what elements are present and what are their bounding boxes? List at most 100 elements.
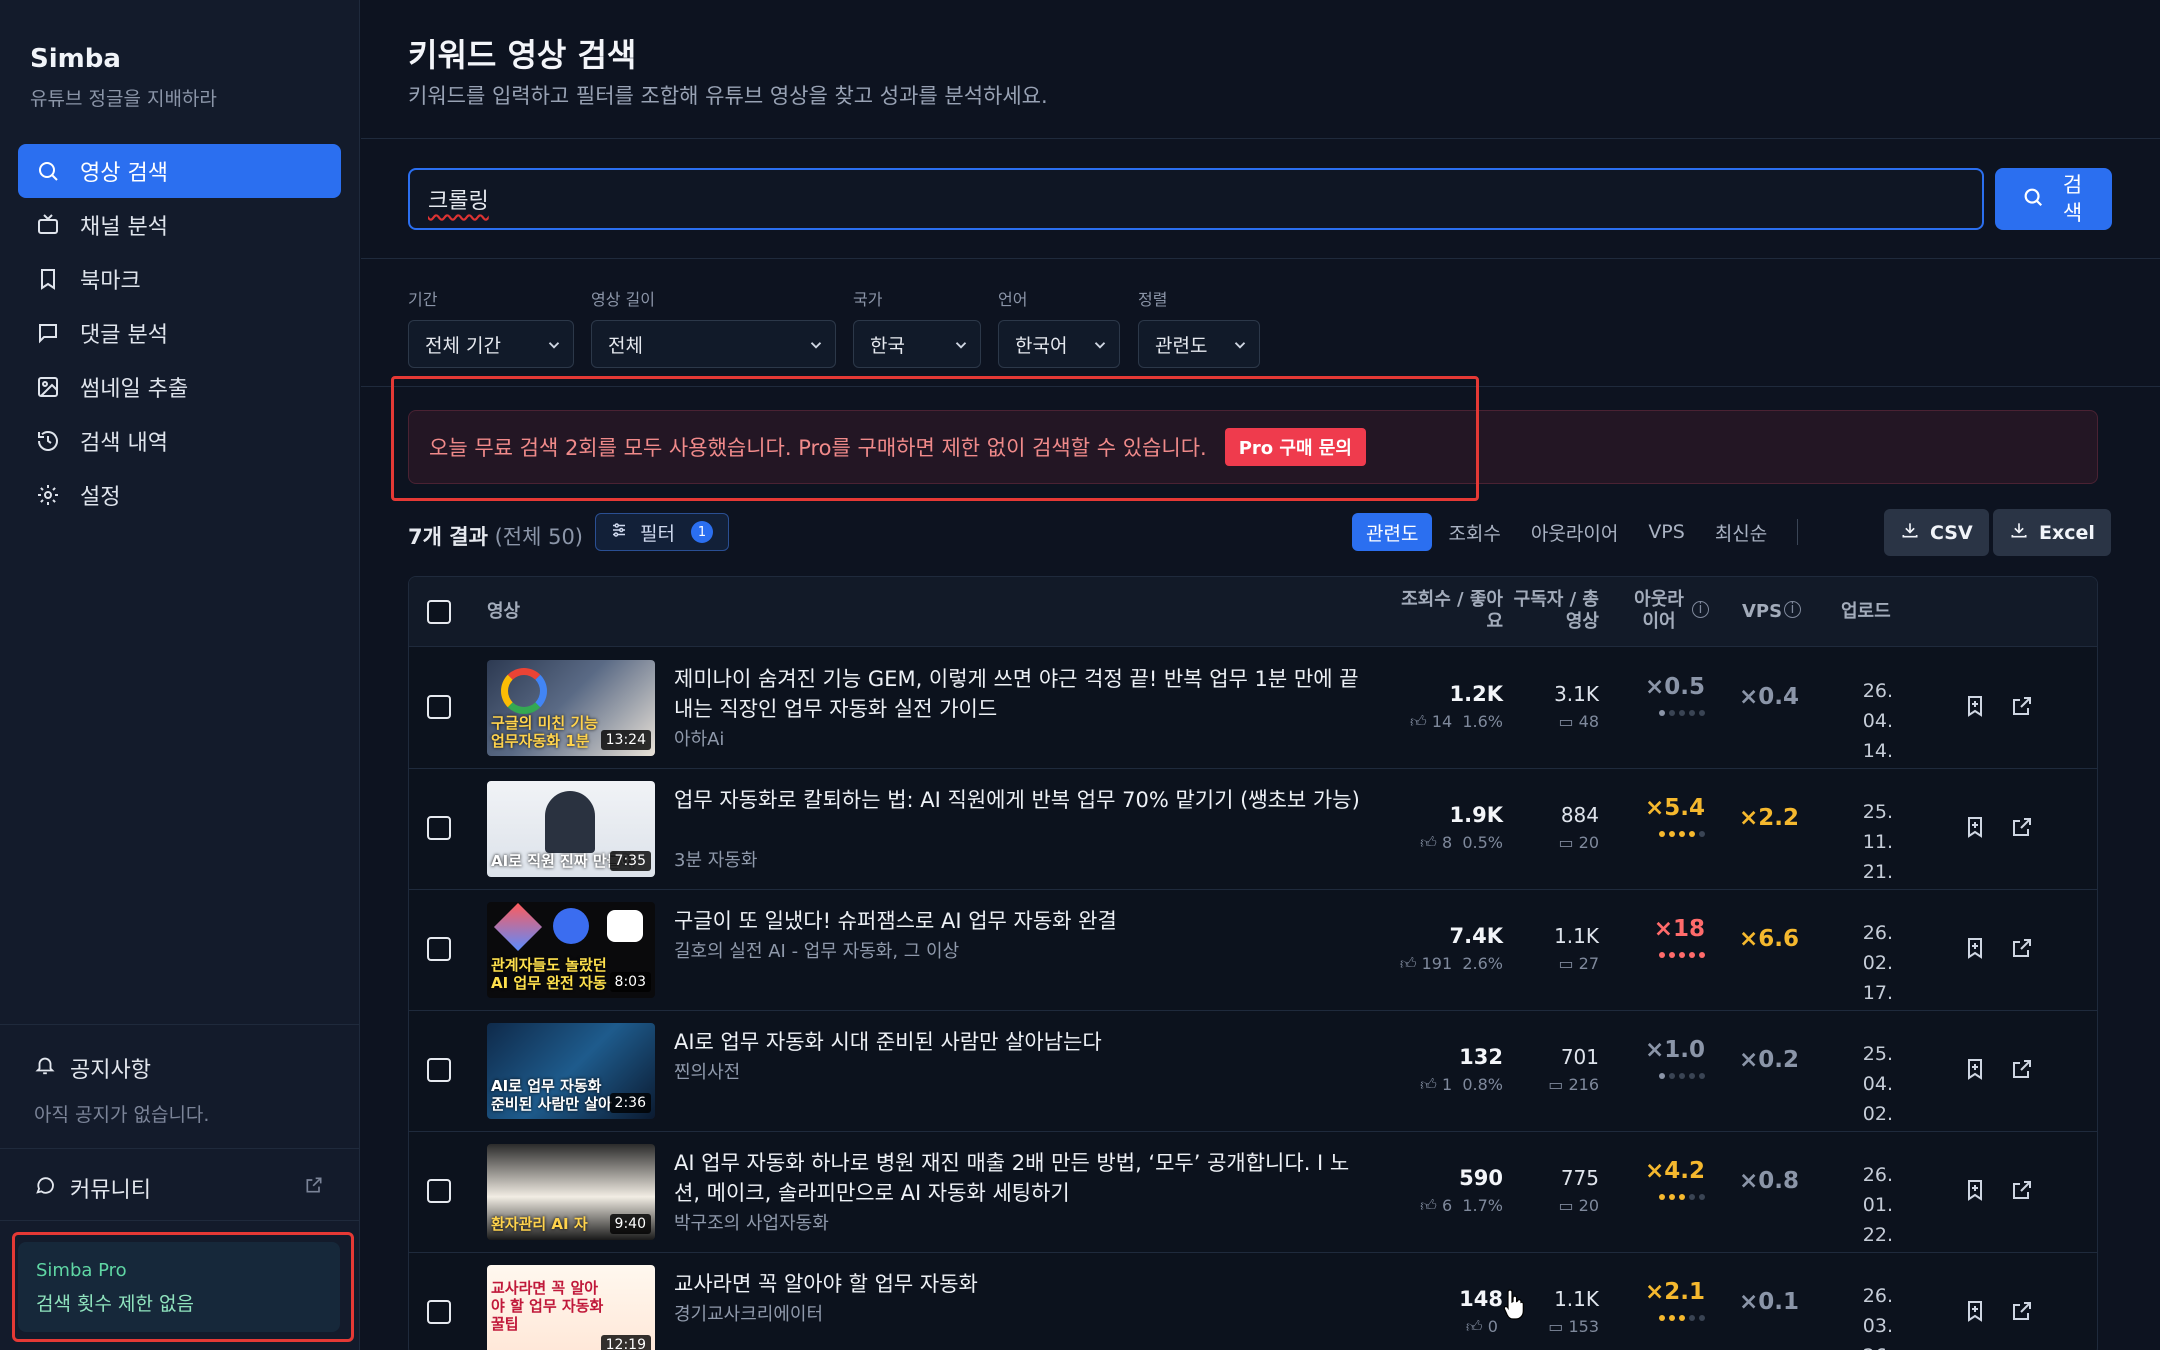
level-dot bbox=[1679, 1073, 1685, 1079]
sidebar-item-video-search[interactable]: 영상 검색 bbox=[18, 144, 341, 198]
date-line: 17. bbox=[1862, 982, 1893, 1004]
image-icon bbox=[36, 375, 60, 399]
sidebar-item-bookmark[interactable]: 북마크 bbox=[18, 252, 341, 306]
column-outlier[interactable]: 아웃라 이어 bbox=[1629, 589, 1689, 633]
video-count: ▭ 20 bbox=[1558, 833, 1599, 852]
level-dot bbox=[1689, 952, 1695, 958]
video-thumbnail[interactable]: 환자관리 AI 자 9:40 bbox=[487, 1144, 655, 1240]
row-checkbox[interactable] bbox=[427, 1058, 451, 1082]
search-button[interactable]: 검색 bbox=[1995, 168, 2112, 230]
external-link-icon[interactable] bbox=[2010, 694, 2034, 718]
sort-tab-outlier[interactable]: 아웃라이어 bbox=[1517, 513, 1632, 551]
video-thumbnail[interactable]: AI로 업무 자동화 준비된 사람만 살아 2:36 bbox=[487, 1023, 655, 1119]
row-checkbox[interactable] bbox=[427, 816, 451, 840]
video-count-value: 20 bbox=[1578, 1196, 1599, 1215]
video-thumbnail[interactable]: 교사라면 꼭 알아야 할 업무 자동화 꿀팁 12:19 bbox=[487, 1265, 655, 1350]
sort-tab-views[interactable]: 조회수 bbox=[1434, 513, 1514, 551]
like-stats: 👍︎ 191 2.6% bbox=[1399, 954, 1503, 973]
video-title[interactable]: 교사라면 꼭 알아야 할 업무 자동화 bbox=[674, 1269, 1364, 1299]
level-dot bbox=[1679, 952, 1685, 958]
channel-name[interactable]: 아하Ai bbox=[674, 725, 724, 751]
video-title[interactable]: AI로 업무 자동화 시대 준비된 사람만 살아남는다 bbox=[674, 1027, 1364, 1057]
sort-tab-relevance[interactable]: 관련도 bbox=[1352, 513, 1433, 551]
sidebar-item-settings[interactable]: 설정 bbox=[18, 468, 341, 522]
sidebar-nav: 영상 검색 채널 분석 북마크 댓글 분석 썸네일 추출 검색 내역 설정 bbox=[18, 144, 341, 522]
upload-date: 26. 02. 17. bbox=[1829, 918, 1893, 1008]
video-title[interactable]: 구글이 또 일냈다! 슈퍼잼스로 AI 업무 자동화 완결 bbox=[674, 906, 1364, 936]
notice-heading[interactable]: 공지사항 bbox=[34, 1052, 151, 1084]
select-all-checkbox[interactable] bbox=[427, 600, 451, 624]
column-views-likes[interactable]: 조회수 / 좋아 요 bbox=[1369, 589, 1503, 633]
row-checkbox[interactable] bbox=[427, 1300, 451, 1324]
country-select[interactable]: 한국 bbox=[853, 320, 981, 368]
video-thumbnail[interactable]: 관계자들도 놀랐던 AI 업무 완전 자동 8:03 bbox=[487, 902, 655, 998]
external-link-icon[interactable] bbox=[2010, 1178, 2034, 1202]
sidebar-item-comment-analysis[interactable]: 댓글 분석 bbox=[18, 306, 341, 360]
table-row[interactable]: AI로 직원 진짜 만들어 7:35 업무 자동화로 칼퇴하는 법: AI 직원… bbox=[409, 769, 2097, 890]
video-title[interactable]: AI 업무 자동화 하나로 병원 재진 매출 2배 만든 방법, ‘모두’ 공개… bbox=[674, 1148, 1364, 1208]
sort-tab-vps[interactable]: VPS bbox=[1634, 513, 1699, 551]
video-count-value: 20 bbox=[1578, 833, 1599, 852]
outlier-score: ×1.0 bbox=[1644, 1037, 1705, 1063]
sidebar-item-search-history[interactable]: 검색 내역 bbox=[18, 414, 341, 468]
history-icon bbox=[36, 429, 60, 453]
language-select[interactable]: 한국어 bbox=[998, 320, 1120, 368]
row-checkbox[interactable] bbox=[427, 1179, 451, 1203]
column-upload[interactable]: 업로드 bbox=[1841, 601, 1891, 623]
excel-export-button[interactable]: Excel bbox=[1993, 509, 2111, 556]
period-select[interactable]: 전체 기간 bbox=[408, 320, 574, 368]
table-row[interactable]: AI로 업무 자동화 준비된 사람만 살아 2:36 AI로 업무 자동화 시대… bbox=[409, 1011, 2097, 1132]
level-dot bbox=[1689, 710, 1695, 716]
channel-name[interactable]: 길호의 실전 AI - 업무 자동화, 그 이상 bbox=[674, 937, 959, 963]
like-stats: 👍︎ 1 0.8% bbox=[1420, 1075, 1503, 1094]
channel-name[interactable]: 박구조의 사업자동화 bbox=[674, 1209, 829, 1235]
table-row[interactable]: 환자관리 AI 자 9:40 AI 업무 자동화 하나로 병원 재진 매출 2배… bbox=[409, 1132, 2097, 1253]
vps-score: ×0.4 bbox=[1738, 684, 1799, 710]
bookmark-add-icon[interactable] bbox=[1963, 815, 1987, 839]
outlier-level bbox=[1659, 952, 1705, 958]
upload-date: 25. 11. 21. bbox=[1829, 797, 1893, 887]
external-link-icon[interactable] bbox=[2010, 815, 2034, 839]
filter-chip[interactable]: 필터 1 bbox=[595, 513, 729, 551]
external-link-icon[interactable] bbox=[2010, 1299, 2034, 1323]
video-title[interactable]: 제미나이 숨겨진 기능 GEM, 이렇게 쓰면 야근 걱정 끝! 반복 업무 1… bbox=[674, 664, 1364, 724]
table-row[interactable]: 교사라면 꼭 알아야 할 업무 자동화 꿀팁 12:19 교사라면 꼭 알아야 … bbox=[409, 1253, 2097, 1350]
person-image bbox=[545, 791, 595, 853]
row-checkbox[interactable] bbox=[427, 695, 451, 719]
column-video[interactable]: 영상 bbox=[487, 601, 520, 623]
csv-export-button[interactable]: CSV bbox=[1884, 509, 1989, 556]
length-select[interactable]: 전체 bbox=[591, 320, 836, 368]
external-link-icon[interactable] bbox=[2010, 936, 2034, 960]
column-vps[interactable]: VPS bbox=[1742, 601, 1782, 623]
video-thumbnail[interactable]: AI로 직원 진짜 만들어 7:35 bbox=[487, 781, 655, 877]
bookmark-add-icon[interactable] bbox=[1963, 936, 1987, 960]
video-duration: 13:24 bbox=[600, 730, 651, 750]
date-line: 14. bbox=[1862, 740, 1893, 762]
select-value: 전체 bbox=[608, 334, 643, 357]
bookmark-add-icon[interactable] bbox=[1963, 1299, 1987, 1323]
info-icon[interactable]: i bbox=[1784, 601, 1801, 618]
channel-name[interactable]: 경기교사크리에이터 bbox=[674, 1300, 823, 1326]
table-row[interactable]: 관계자들도 놀랐던 AI 업무 완전 자동 8:03 구글이 또 일냈다! 슈퍼… bbox=[409, 890, 2097, 1011]
row-checkbox[interactable] bbox=[427, 937, 451, 961]
table-row[interactable]: 구글의 미친 기능 업무자동화 1분 13:24 제미나이 숨겨진 기능 GEM… bbox=[409, 648, 2097, 769]
bookmark-add-icon[interactable] bbox=[1963, 1178, 1987, 1202]
external-link-icon[interactable] bbox=[2010, 1057, 2034, 1081]
sidebar-item-channel-analysis[interactable]: 채널 분석 bbox=[18, 198, 341, 252]
notice-empty-text: 아직 공지가 없습니다. bbox=[34, 1104, 210, 1126]
column-subs-videos[interactable]: 구독자 / 총 영상 bbox=[1489, 589, 1599, 633]
date-line: 26. 03. bbox=[1862, 1285, 1893, 1337]
info-icon[interactable]: i bbox=[1692, 601, 1709, 618]
sort-select[interactable]: 관련도 bbox=[1138, 320, 1260, 368]
header-divider bbox=[361, 138, 2160, 139]
sort-tab-latest[interactable]: 최신순 bbox=[1701, 513, 1781, 551]
sidebar-item-thumbnail-extract[interactable]: 썸네일 추출 bbox=[18, 360, 341, 414]
community-link[interactable]: 커뮤니티 bbox=[34, 1172, 324, 1204]
video-title[interactable]: 업무 자동화로 칼퇴하는 법: AI 직원에게 반복 업무 70% 맡기기 (쌩… bbox=[674, 785, 1364, 815]
video-thumbnail[interactable]: 구글의 미친 기능 업무자동화 1분 13:24 bbox=[487, 660, 655, 756]
search-input[interactable]: 크롤링 bbox=[408, 168, 1984, 230]
bookmark-add-icon[interactable] bbox=[1963, 1057, 1987, 1081]
channel-name[interactable]: 찐의사전 bbox=[674, 1058, 740, 1084]
channel-name[interactable]: 3분 자동화 bbox=[674, 846, 757, 872]
bookmark-add-icon[interactable] bbox=[1963, 694, 1987, 718]
